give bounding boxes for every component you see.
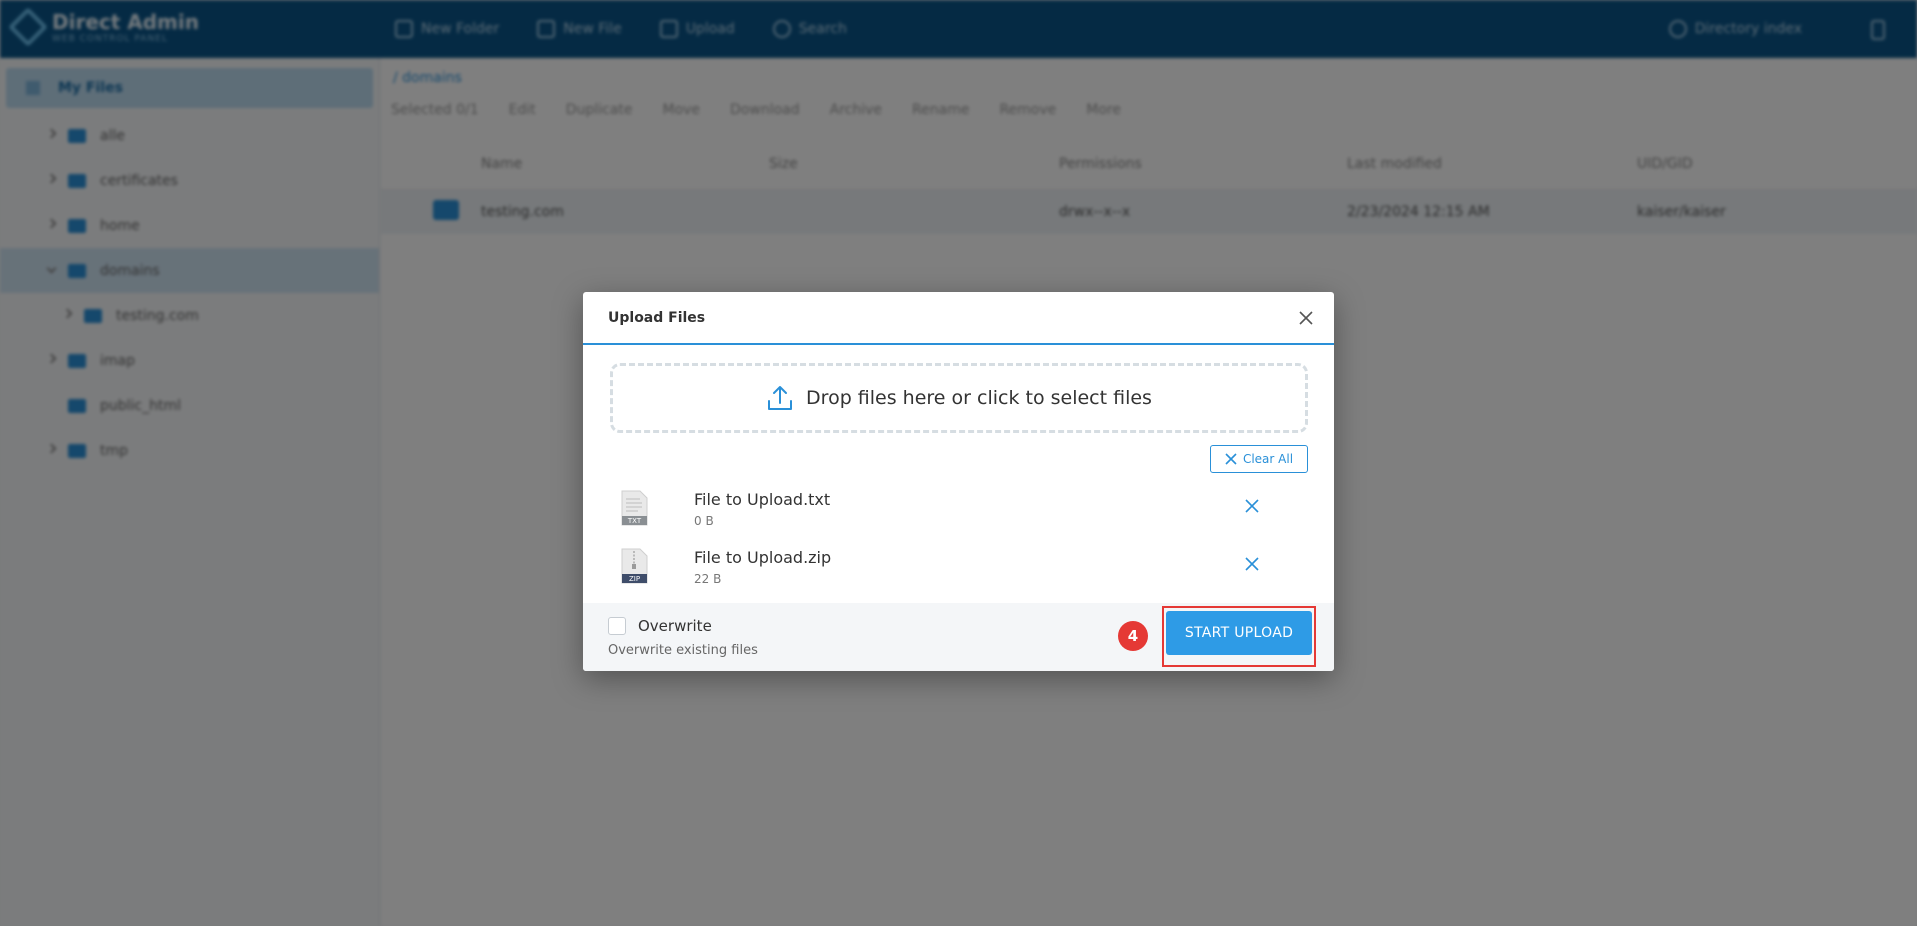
file-size: 0 B bbox=[694, 514, 714, 528]
step-badge: 4 bbox=[1118, 621, 1148, 651]
overwrite-label[interactable]: Overwrite bbox=[638, 617, 712, 635]
drop-zone-text: Drop files here or click to select files bbox=[806, 387, 1152, 409]
file-size: 22 B bbox=[694, 572, 722, 586]
drop-zone[interactable]: Drop files here or click to select files bbox=[610, 363, 1308, 433]
start-upload-button[interactable]: START UPLOAD bbox=[1166, 611, 1312, 655]
file-name: File to Upload.txt bbox=[694, 490, 831, 509]
file-list-item: ZIP File to Upload.zip 22 B bbox=[610, 542, 1308, 596]
txt-file-icon: TXT bbox=[621, 490, 648, 526]
file-name: File to Upload.zip bbox=[694, 548, 832, 567]
overwrite-checkbox[interactable] bbox=[608, 617, 626, 635]
dialog-title: Upload Files bbox=[608, 310, 706, 326]
upload-files-dialog: Upload Files Drop files here or click to… bbox=[583, 292, 1334, 671]
svg-text:ZIP: ZIP bbox=[629, 575, 640, 583]
clear-all-button[interactable]: Clear All bbox=[1210, 445, 1308, 473]
clear-all-label: Clear All bbox=[1242, 452, 1294, 466]
close-icon[interactable] bbox=[1296, 308, 1316, 328]
zip-file-icon: ZIP bbox=[621, 548, 648, 584]
remove-file-icon[interactable] bbox=[1242, 554, 1262, 574]
dialog-footer: Overwrite Overwrite existing files 4 STA… bbox=[583, 603, 1334, 671]
upload-icon bbox=[768, 386, 793, 410]
svg-text:TXT: TXT bbox=[627, 517, 642, 525]
dialog-header: Upload Files bbox=[583, 292, 1334, 345]
remove-file-icon[interactable] bbox=[1242, 496, 1262, 516]
overwrite-description: Overwrite existing files bbox=[608, 643, 758, 658]
close-icon bbox=[1225, 453, 1237, 465]
file-list-item: TXT File to Upload.txt 0 B bbox=[610, 484, 1308, 538]
